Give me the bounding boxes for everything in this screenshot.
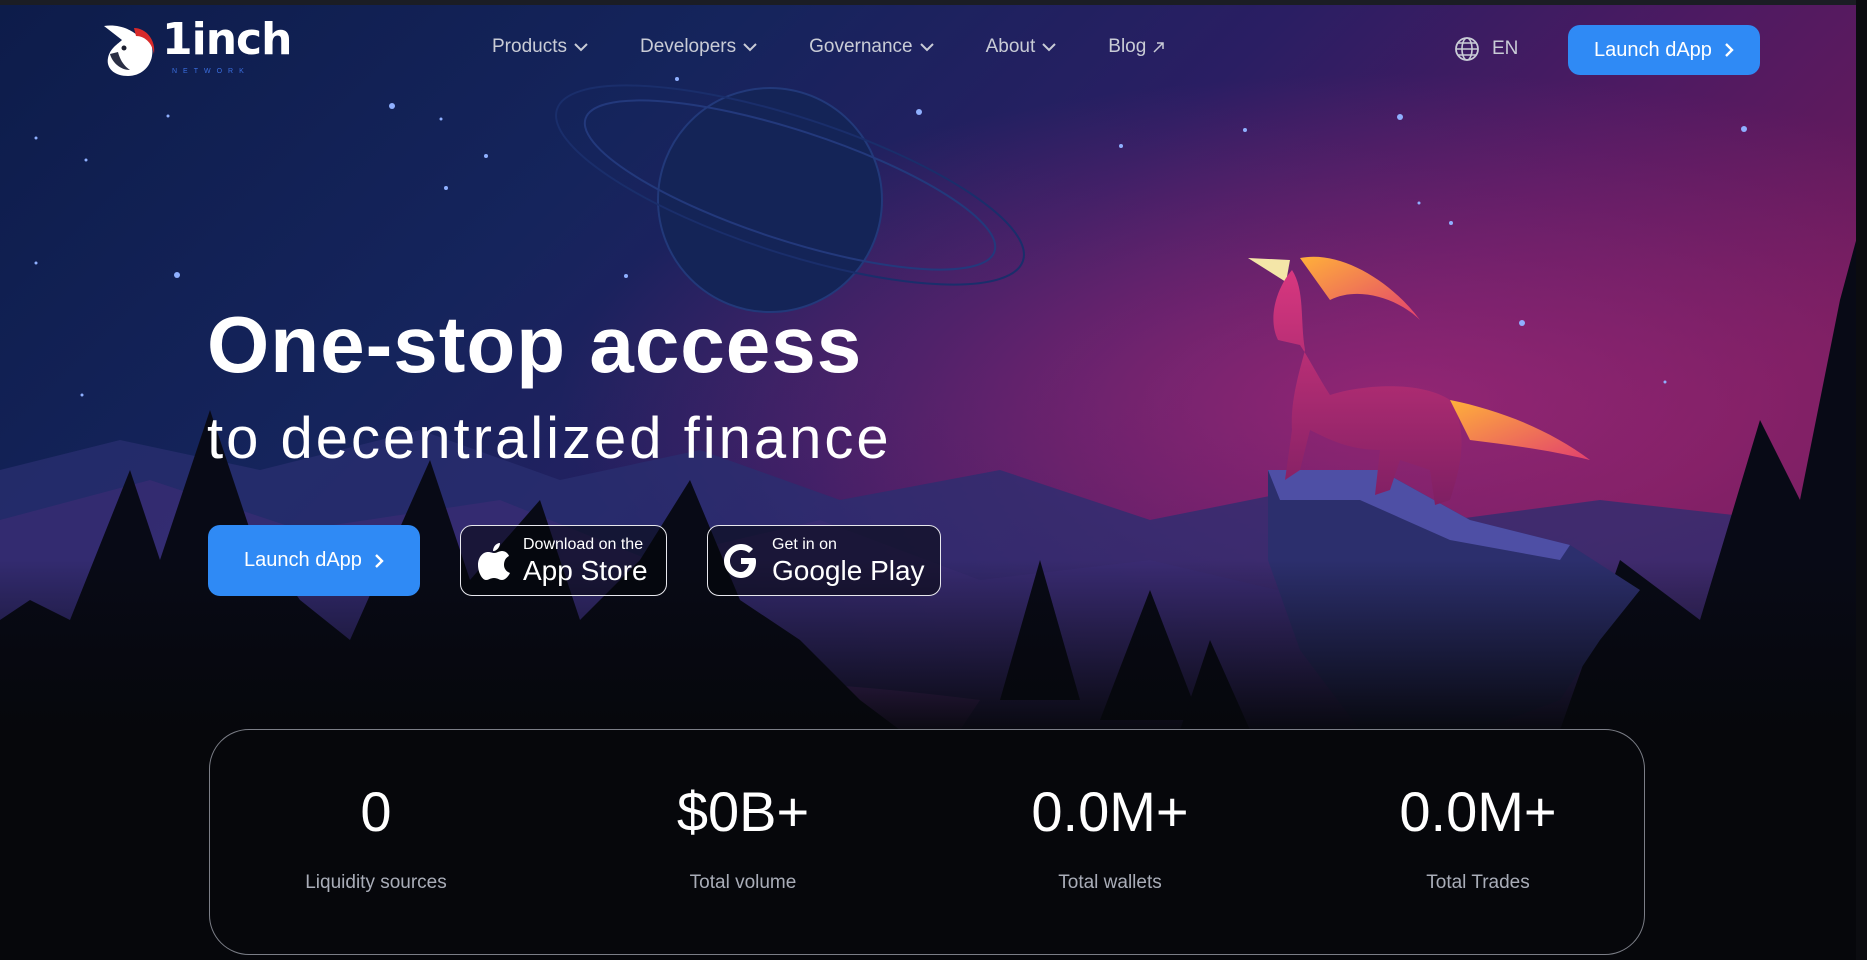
nav-item-label: About <box>985 36 1036 57</box>
nav-item-governance[interactable]: Governance <box>809 36 934 58</box>
stat-value: 0.0M+ <box>1031 780 1189 843</box>
app-store-button[interactable]: Download on the App Store <box>460 525 667 596</box>
hero-headline: One-stop access <box>207 300 863 389</box>
language-label: EN <box>1492 38 1519 59</box>
chevron-down-icon <box>574 42 588 51</box>
nav-item-blog[interactable]: Blog <box>1108 36 1165 58</box>
google-g-icon <box>724 543 756 578</box>
stat-total-wallets: 0.0M+ Total wallets <box>960 782 1260 894</box>
chevron-down-icon <box>1042 42 1056 51</box>
globe-icon <box>1455 37 1479 61</box>
brand-tagline: NETWORK <box>172 68 250 75</box>
nav-item-label: Developers <box>639 36 737 57</box>
hero-subheadline: to decentralized finance <box>207 406 892 471</box>
google-play-button[interactable]: Get in on Google Play <box>707 525 941 596</box>
brand-logo[interactable]: 1inch NETWORK <box>96 14 292 85</box>
google-play-small-text: Get in on <box>772 535 837 553</box>
nav-item-developers[interactable]: Developers <box>640 36 757 58</box>
nav-item-label: Products <box>492 36 567 57</box>
brand-name: 1inch <box>162 14 292 65</box>
external-link-arrow-icon <box>1153 41 1165 53</box>
app-store-small-text: Download on the <box>523 535 644 553</box>
main-nav: Products Developers Governance About Blo… <box>492 36 1216 58</box>
stat-label: Total volume <box>689 872 797 893</box>
chevron-down-icon <box>743 42 757 51</box>
stats-panel: 0 Liquidity sources $0B+ Total volume 0.… <box>209 729 1645 955</box>
stat-value: 0 <box>360 780 392 843</box>
button-label: Launch dApp <box>244 549 362 571</box>
language-selector[interactable]: EN <box>1454 36 1518 62</box>
stat-label: Liquidity sources <box>305 872 447 893</box>
stat-liquidity-sources: 0 Liquidity sources <box>226 782 526 894</box>
chevron-down-icon <box>919 42 934 51</box>
chevron-right-icon <box>375 553 384 568</box>
google-play-big-text: Google Play <box>772 554 925 586</box>
button-label: Launch dApp <box>1594 38 1712 61</box>
header-launch-dapp-button[interactable]: Launch dApp <box>1568 25 1760 75</box>
app-store-big-text: App Store <box>523 554 648 586</box>
nav-item-label: Governance <box>809 36 913 57</box>
stat-value: $0B+ <box>676 780 810 843</box>
stat-total-trades: 0.0M+ Total Trades <box>1328 782 1628 894</box>
stat-label: Total Trades <box>1426 872 1530 893</box>
apple-icon <box>478 542 510 580</box>
nav-item-products[interactable]: Products <box>492 36 588 58</box>
nav-item-label: Blog <box>1108 36 1147 57</box>
nav-item-about[interactable]: About <box>986 36 1057 58</box>
unicorn-logo-icon <box>96 18 158 85</box>
site-header: 1inch NETWORK Products Developers Govern… <box>0 0 1867 100</box>
stat-value: 0.0M+ <box>1399 780 1557 843</box>
stat-total-volume: $0B+ Total volume <box>593 782 893 894</box>
page-scrollbar[interactable] <box>1856 0 1867 960</box>
stat-label: Total wallets <box>1058 872 1162 893</box>
chevron-right-icon <box>1725 43 1734 57</box>
hero-launch-dapp-button[interactable]: Launch dApp <box>208 525 420 596</box>
